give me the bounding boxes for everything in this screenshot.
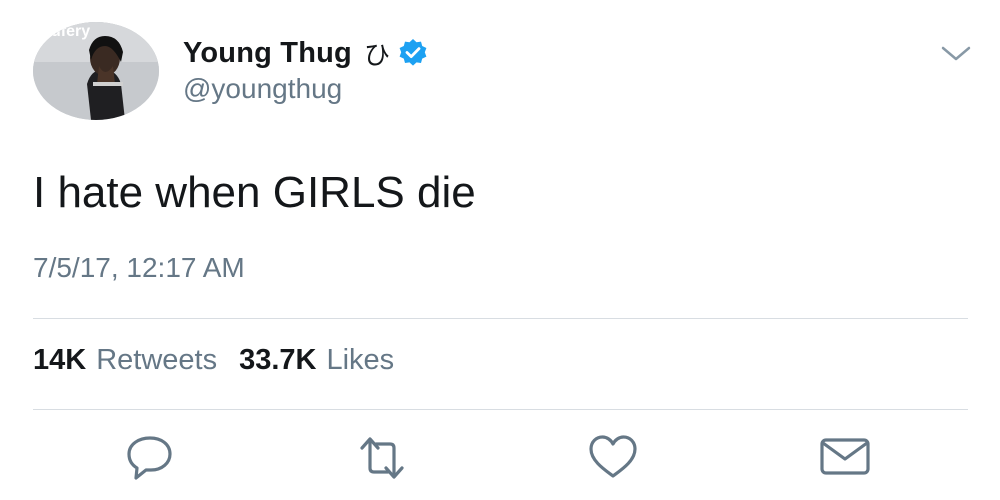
tweet-text: I hate when GIRLS die (33, 168, 476, 217)
action-bar (0, 430, 1000, 486)
likes-label[interactable]: Likes (326, 344, 394, 377)
message-icon[interactable] (817, 430, 873, 486)
verified-badge-icon (399, 39, 427, 66)
retweets-count[interactable]: 14K (33, 344, 86, 377)
tweet-stats: 14K Retweets 33.7K Likes (33, 344, 416, 377)
author-handle[interactable]: @youngthug (183, 73, 342, 105)
retweets-label[interactable]: Retweets (96, 344, 217, 377)
author-name-row: Young Thug ひ (183, 33, 428, 73)
name-glyph: ひ (363, 40, 390, 71)
display-name[interactable]: Young Thug (183, 37, 352, 70)
tweet-timestamp[interactable]: 7/5/17, 12:17 AM (33, 252, 245, 284)
divider-top (33, 318, 968, 319)
retweet-icon[interactable] (354, 430, 410, 486)
avatar[interactable]: ufery (33, 22, 159, 120)
like-icon[interactable] (585, 430, 641, 486)
chevron-down-icon[interactable] (940, 44, 972, 64)
likes-count[interactable]: 33.7K (239, 344, 316, 377)
avatar-overlay-text: ufery (51, 23, 90, 40)
reply-icon[interactable] (122, 430, 178, 486)
divider-bottom (33, 409, 968, 410)
